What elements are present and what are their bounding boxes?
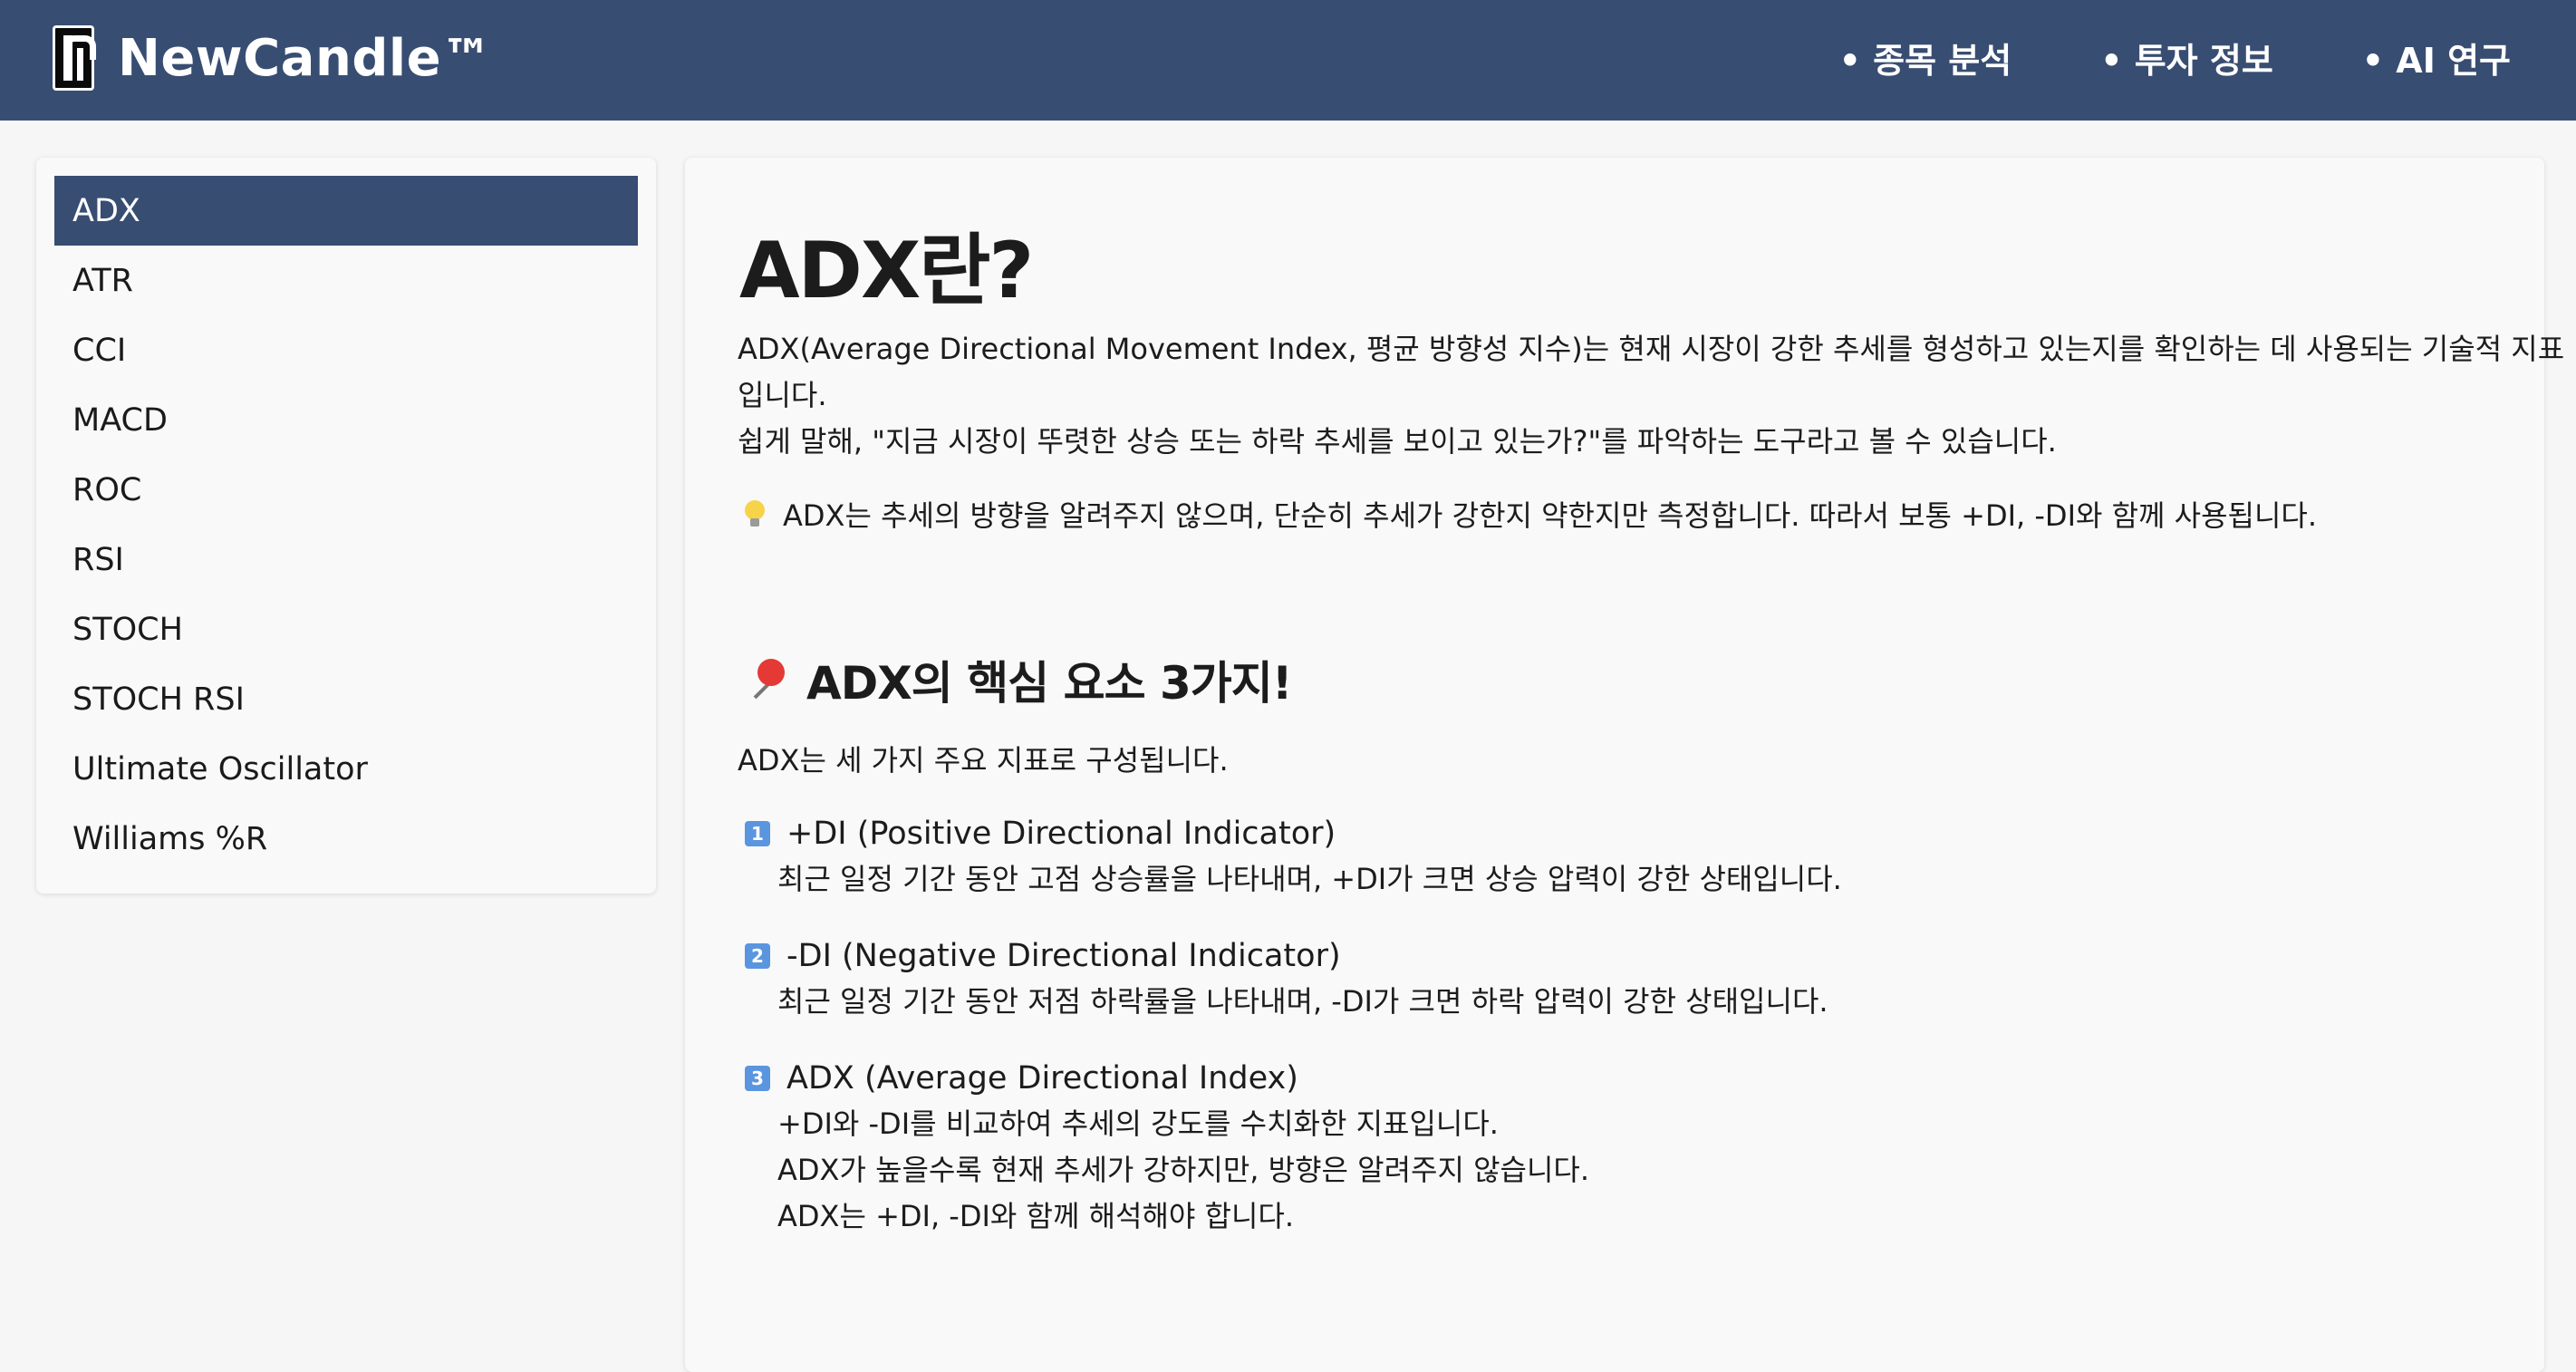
sidebar-item-ultimate-oscillator[interactable]: Ultimate Oscillator	[54, 734, 638, 804]
section-heading: ADX의 핵심 요소 3가지!	[745, 647, 1293, 712]
number-3-icon: 3	[745, 1065, 770, 1091]
list-item: 2 -DI (Negative Directional Indicator) 최…	[745, 932, 1828, 1025]
pushpin-icon	[745, 657, 790, 702]
intro-line-1: ADX(Average Directional Movement Index, …	[738, 332, 2565, 366]
logo-mark-icon	[53, 25, 96, 91]
sidebar-item-stoch[interactable]: STOCH	[54, 594, 638, 664]
intro-line-3: 쉽게 말해, "지금 시장이 뚜렷한 상승 또는 하락 추세를 보이고 있는가?…	[738, 424, 2057, 459]
sidebar-item-cci[interactable]: CCI	[54, 315, 638, 385]
item-desc: +DI와 -DI를 비교하여 추세의 강도를 수치화한 지표입니다.	[777, 1106, 1499, 1141]
lightbulb-icon	[745, 500, 765, 527]
top-nav: • 종목 분석 • 투자 정보 • AI 연구	[1839, 33, 2511, 82]
sidebar-item-roc[interactable]: ROC	[54, 455, 638, 525]
sidebar-item-macd[interactable]: MACD	[54, 385, 638, 455]
nav-ai-research[interactable]: • AI 연구	[2362, 33, 2511, 82]
tip-note: ADX는 추세의 방향을 알려주지 않으며, 단순히 추세가 강한지 약한지만 …	[745, 493, 2317, 535]
item-desc: 최근 일정 기간 동안 고점 상승률을 나타내며, +DI가 크면 상승 압력이…	[777, 862, 1842, 896]
content-panel: ADX란? ADX(Average Directional Movement I…	[685, 158, 2564, 1372]
sidebar-item-stoch-rsi[interactable]: STOCH RSI	[54, 664, 638, 734]
item-title: -DI (Negative Directional Indicator)	[786, 937, 1341, 974]
nav-stock-analysis[interactable]: • 종목 분석	[1839, 33, 2012, 82]
brand-logo[interactable]: NewCandle™	[53, 25, 493, 91]
section-title: ADX의 핵심 요소 3가지!	[806, 657, 1293, 710]
item-desc: ADX가 높을수록 현재 추세가 강하지만, 방향은 알려주지 않습니다.	[777, 1153, 1590, 1187]
brand-name: NewCandle™	[118, 28, 493, 88]
list-item: 3 ADX (Average Directional Index) +DI와 -…	[745, 1055, 1589, 1240]
indicator-sidebar: ADX ATR CCI MACD ROC RSI STOCH STOCH RSI…	[36, 158, 656, 894]
item-desc: ADX는 +DI, -DI와 함께 해석해야 합니다.	[777, 1199, 1295, 1233]
number-1-icon: 1	[745, 820, 770, 846]
sidebar-item-atr[interactable]: ATR	[54, 246, 638, 315]
list-item: 1 +DI (Positive Directional Indicator) 최…	[745, 810, 1842, 903]
nav-investment-info[interactable]: • 투자 정보	[2100, 33, 2273, 82]
item-title: +DI (Positive Directional Indicator)	[786, 815, 1336, 852]
sidebar-item-adx[interactable]: ADX	[54, 176, 638, 246]
top-header: NewCandle™ • 종목 분석 • 투자 정보 • AI 연구	[0, 0, 2576, 121]
sidebar-item-rsi[interactable]: RSI	[54, 525, 638, 594]
intro-line-2: 입니다.	[738, 378, 827, 412]
page-title: ADX란?	[739, 226, 1034, 316]
tip-text: ADX는 추세의 방향을 알려주지 않으며, 단순히 추세가 강한지 약한지만 …	[783, 498, 2318, 533]
number-2-icon: 2	[745, 942, 770, 969]
item-desc: 최근 일정 기간 동안 저점 하락률을 나타내며, -DI가 크면 하락 압력이…	[777, 984, 1828, 1019]
item-title: ADX (Average Directional Index)	[786, 1059, 1298, 1097]
section-intro: ADX는 세 가지 주요 지표로 구성됩니다.	[738, 743, 1229, 778]
sidebar-item-williams-r[interactable]: Williams %R	[54, 804, 638, 874]
